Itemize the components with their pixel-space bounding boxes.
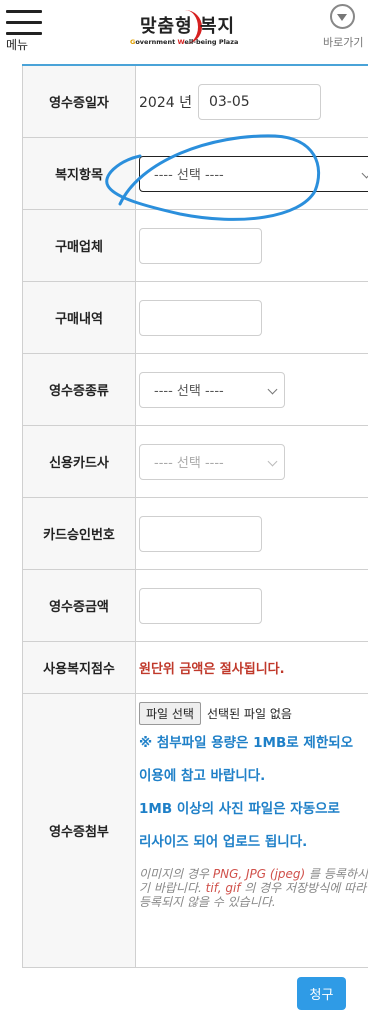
label-welfare-item: 복지항목 (23, 138, 136, 209)
row-receipt-date: 영수증일자 2024 년 03-05 (22, 66, 368, 138)
menu-label: 메뉴 (6, 38, 29, 52)
chevron-down-icon (267, 384, 278, 394)
shortcut-button[interactable]: 바로가기 (318, 4, 368, 50)
hamburger-icon-bar (6, 21, 42, 24)
row-purchase-detail: 구매내역 (22, 282, 368, 354)
row-points-used: 사용복지점수 원단위 금액은 절사됩니다. (22, 642, 368, 694)
file-status: 선택된 파일 없음 (206, 707, 292, 721)
hamburger-icon-bar (6, 32, 42, 35)
label-receipt-type: 영수증종류 (23, 354, 136, 425)
chevron-down-icon (361, 168, 368, 178)
row-amount: 영수증금액 (22, 570, 368, 642)
cell-points-used: 원단위 금액은 절사됩니다. (136, 642, 368, 693)
cell-welfare-item: ---- 선택 ---- (136, 138, 368, 209)
cell-vendor (136, 210, 368, 281)
header: 메뉴 맞춤형 복지 Government Well-being Plaza 바로… (0, 0, 368, 58)
cell-amount (136, 570, 368, 641)
row-attachment: 영수증첨부 파일 선택 선택된 파일 없음 ※ 첨부파일 용량은 1MB로 제한… (22, 694, 368, 968)
logo-subtitle: Government Well-being Plaza (130, 38, 239, 46)
label-receipt-date: 영수증일자 (23, 66, 136, 137)
size-notice-1: ※ 첨부파일 용량은 1MB로 제한되오 (139, 735, 354, 751)
approval-no-input[interactable] (139, 515, 262, 552)
amount-input[interactable] (139, 587, 262, 624)
file-select-button[interactable]: 파일 선택 (139, 702, 201, 725)
receipt-date-input[interactable]: 03-05 (197, 83, 321, 120)
label-amount: 영수증금액 (23, 570, 136, 641)
site-logo[interactable]: 맞춤형 복지 Government Well-being Plaza (128, 8, 244, 52)
welfare-item-select[interactable]: ---- 선택 ---- (139, 155, 368, 192)
cell-approval-no (136, 498, 368, 569)
submit-claim-button[interactable]: 청구 (297, 977, 346, 1010)
label-attachment: 영수증첨부 (23, 694, 136, 967)
cell-purchase-detail (136, 282, 368, 353)
label-card-company: 신용카드사 (23, 426, 136, 497)
welfare-item-selected: ---- 선택 ---- (154, 168, 224, 183)
cell-receipt-type: ---- 선택 ---- (136, 354, 368, 425)
row-welfare-item: 복지항목 ---- 선택 ---- (22, 138, 368, 210)
receipt-type-selected: ---- 선택 ---- (154, 384, 224, 399)
size-notice-3: 1MB 이상의 사진 파일은 자동으로 (139, 801, 340, 817)
logo-title: 맞춤형 복지 (140, 16, 236, 37)
receipt-year: 2024 년 (139, 94, 192, 111)
label-approval-no: 카드승인번호 (23, 498, 136, 569)
cell-attachment: 파일 선택 선택된 파일 없음 ※ 첨부파일 용량은 1MB로 제한되오 이용에… (136, 694, 368, 967)
format-note: 이미지의 경우 PNG, JPG (jpeg) 를 등록하시기 바랍니다. ti… (139, 867, 368, 909)
receipt-form: 영수증일자 2024 년 03-05 복지항목 ---- 선택 ---- 구매업… (22, 64, 368, 968)
label-vendor: 구매업체 (23, 210, 136, 281)
size-notice-2: 이용에 참고 바랍니다. (139, 768, 266, 784)
size-notice-4: 리사이즈 되어 업로드 됩니다. (139, 834, 308, 850)
file-picker: 파일 선택 선택된 파일 없음 (139, 702, 292, 725)
chevron-down-icon (267, 456, 278, 466)
vendor-input[interactable] (139, 227, 262, 264)
shortcut-label: 바로가기 (323, 36, 364, 49)
row-card-company: 신용카드사 ---- 선택 ---- (22, 426, 368, 498)
row-vendor: 구매업체 (22, 210, 368, 282)
cell-card-company: ---- 선택 ---- (136, 426, 368, 497)
cell-receipt-date: 2024 년 03-05 (136, 66, 368, 137)
row-receipt-type: 영수증종류 ---- 선택 ---- (22, 354, 368, 426)
hamburger-icon (6, 10, 42, 13)
row-approval-no: 카드승인번호 (22, 498, 368, 570)
purchase-detail-input[interactable] (139, 299, 262, 336)
rounding-notice: 원단위 금액은 절사됩니다. (139, 662, 285, 677)
card-company-selected: ---- 선택 ---- (154, 456, 224, 471)
receipt-type-select[interactable]: ---- 선택 ---- (139, 371, 285, 408)
label-purchase-detail: 구매내역 (23, 282, 136, 353)
chevron-down-circle-icon (330, 4, 355, 29)
label-points-used: 사용복지점수 (23, 642, 136, 693)
card-company-select[interactable]: ---- 선택 ---- (139, 443, 285, 480)
